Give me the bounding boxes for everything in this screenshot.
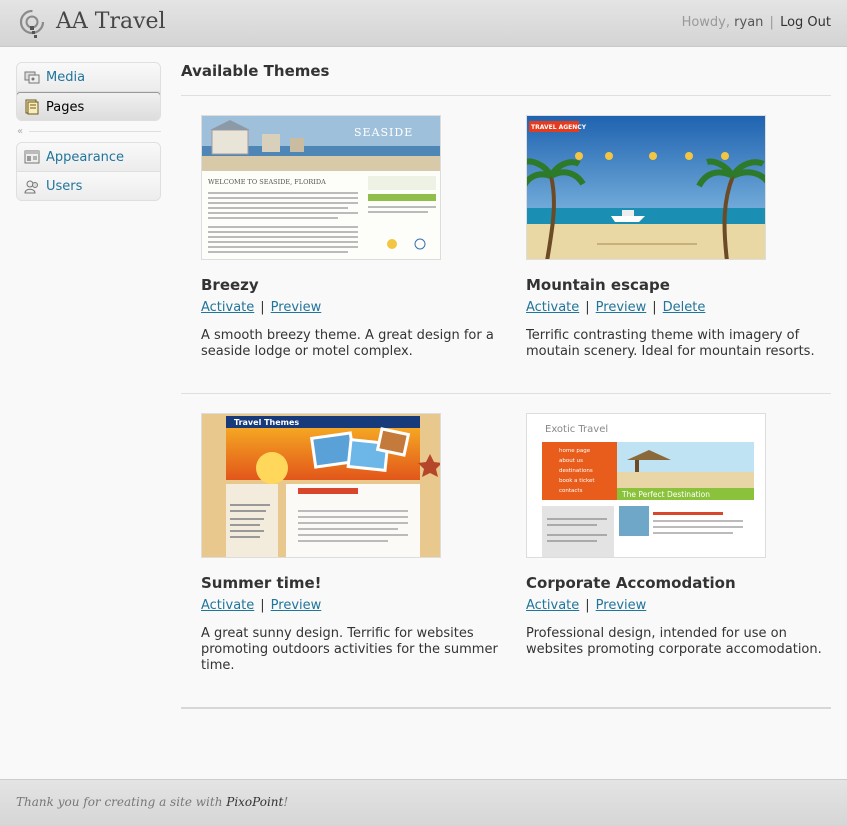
menu-item-media[interactable]: Media	[17, 63, 160, 92]
theme-card-summer-time: Travel Themes Summer time! Activate | Pr…	[201, 413, 501, 674]
theme-card-breezy: SEASIDE WELCOME TO SEASIDE, FLORIDA Bree…	[201, 115, 501, 360]
theme-actions: Activate | Preview	[201, 598, 501, 613]
theme-actions: Activate | Preview	[526, 598, 826, 613]
theme-title: Summer time!	[201, 574, 322, 592]
collapse-menu-icon[interactable]: «	[17, 126, 23, 137]
theme-screenshot[interactable]: Travel Themes	[201, 413, 441, 558]
preview-link[interactable]: Preview	[271, 598, 322, 613]
users-icon	[24, 180, 38, 193]
thumb-heading: WELCOME TO SEASIDE, FLORIDA	[208, 178, 326, 186]
activate-link[interactable]: Activate	[526, 300, 579, 315]
header-bar: AA Travel Howdy, ryan | Log Out	[0, 0, 847, 47]
thumb-banner: The Perfect Destination	[621, 490, 710, 499]
menu-item-appearance[interactable]: Appearance	[17, 143, 160, 172]
separator: |	[585, 300, 590, 315]
activate-link[interactable]: Activate	[526, 598, 579, 613]
theme-description: Professional design, intended for use on…	[526, 626, 822, 657]
activate-link[interactable]: Activate	[201, 300, 254, 315]
divider	[181, 95, 831, 96]
theme-title: Corporate Accomodation	[526, 574, 736, 592]
theme-screenshot[interactable]: Exotic Travel The Perfect Destination ho…	[526, 413, 766, 558]
mountain-escape-thumbnail: TRAVEL AGENCY	[527, 116, 765, 259]
menu-item-label: Media	[46, 69, 86, 85]
thumb-nav-item: destinations	[559, 468, 593, 474]
site-title[interactable]: AA Travel	[56, 9, 166, 34]
theme-card-corporate-accomodation: Exotic Travel The Perfect Destination ho…	[526, 413, 826, 658]
menu-item-label: Users	[46, 179, 83, 194]
user-name-link[interactable]: ryan	[734, 15, 763, 30]
page-title: Available Themes	[181, 62, 330, 80]
separator-line	[29, 131, 161, 132]
admin-menu-group-1: Media Pages	[16, 62, 161, 121]
divider	[181, 707, 831, 709]
theme-title: Breezy	[201, 276, 259, 294]
media-icon	[24, 71, 40, 84]
activate-link[interactable]: Activate	[201, 598, 254, 613]
thumb-brand: TRAVEL AGENCY	[531, 124, 587, 131]
appearance-icon	[24, 150, 40, 164]
menu-item-label: Appearance	[46, 149, 125, 165]
summer-time-thumbnail: Travel Themes	[202, 414, 440, 557]
divider	[181, 393, 831, 394]
admin-menu-group-2: Appearance Users	[16, 142, 161, 201]
footer-text-before: Thank you for creating a site with	[16, 795, 227, 809]
theme-screenshot[interactable]: TRAVEL AGENCY	[526, 115, 766, 260]
logout-link[interactable]: Log Out	[780, 15, 831, 30]
pages-icon	[25, 99, 39, 115]
breezy-thumbnail: SEASIDE WELCOME TO SEASIDE, FLORIDA	[202, 116, 440, 259]
thumb-nav-item: book a ticket	[559, 478, 595, 484]
theme-description: Terrific contrasting theme with imagery …	[526, 328, 815, 359]
separator: |	[585, 598, 590, 613]
theme-description: A smooth breezy theme. A great design fo…	[201, 328, 494, 359]
menu-item-pages[interactable]: Pages	[17, 92, 160, 120]
user-info: Howdy, ryan | Log Out	[682, 15, 831, 30]
thumb-brand: Travel Themes	[234, 418, 299, 427]
thumb-nav-item: contacts	[559, 488, 583, 494]
preview-link[interactable]: Preview	[271, 300, 322, 315]
menu-item-label: Pages	[46, 99, 85, 115]
corporate-thumbnail: Exotic Travel The Perfect Destination ho…	[527, 414, 765, 557]
footer-text: Thank you for creating a site with PixoP…	[16, 795, 288, 809]
theme-title: Mountain escape	[526, 276, 670, 294]
thumb-brand: Exotic Travel	[545, 424, 608, 435]
howdy-text: Howdy,	[681, 15, 731, 30]
theme-card-mountain-escape: TRAVEL AGENCY Mountain escape Activate | P…	[526, 115, 826, 360]
footer-brand-link[interactable]: PixoPoint	[226, 795, 283, 809]
separator: |	[652, 300, 657, 315]
thumb-brand: SEASIDE	[354, 126, 413, 139]
thumb-nav-item: home page	[559, 448, 591, 454]
logo-icon	[19, 9, 45, 38]
footer: Thank you for creating a site with PixoP…	[0, 779, 847, 826]
preview-link[interactable]: Preview	[596, 598, 647, 613]
footer-text-after: !	[283, 795, 289, 809]
separator: |	[260, 300, 265, 315]
separator: |	[260, 598, 265, 613]
delete-link[interactable]: Delete	[663, 300, 706, 315]
thumb-nav-item: about us	[559, 458, 583, 464]
theme-actions: Activate | Preview	[201, 300, 501, 315]
preview-link[interactable]: Preview	[596, 300, 647, 315]
theme-description: A great sunny design. Terrific for websi…	[201, 626, 498, 673]
separator: |	[769, 15, 774, 30]
menu-item-users[interactable]: Users	[17, 172, 160, 200]
theme-actions: Activate | Preview | Delete	[526, 300, 826, 315]
theme-screenshot[interactable]: SEASIDE WELCOME TO SEASIDE, FLORIDA	[201, 115, 441, 260]
